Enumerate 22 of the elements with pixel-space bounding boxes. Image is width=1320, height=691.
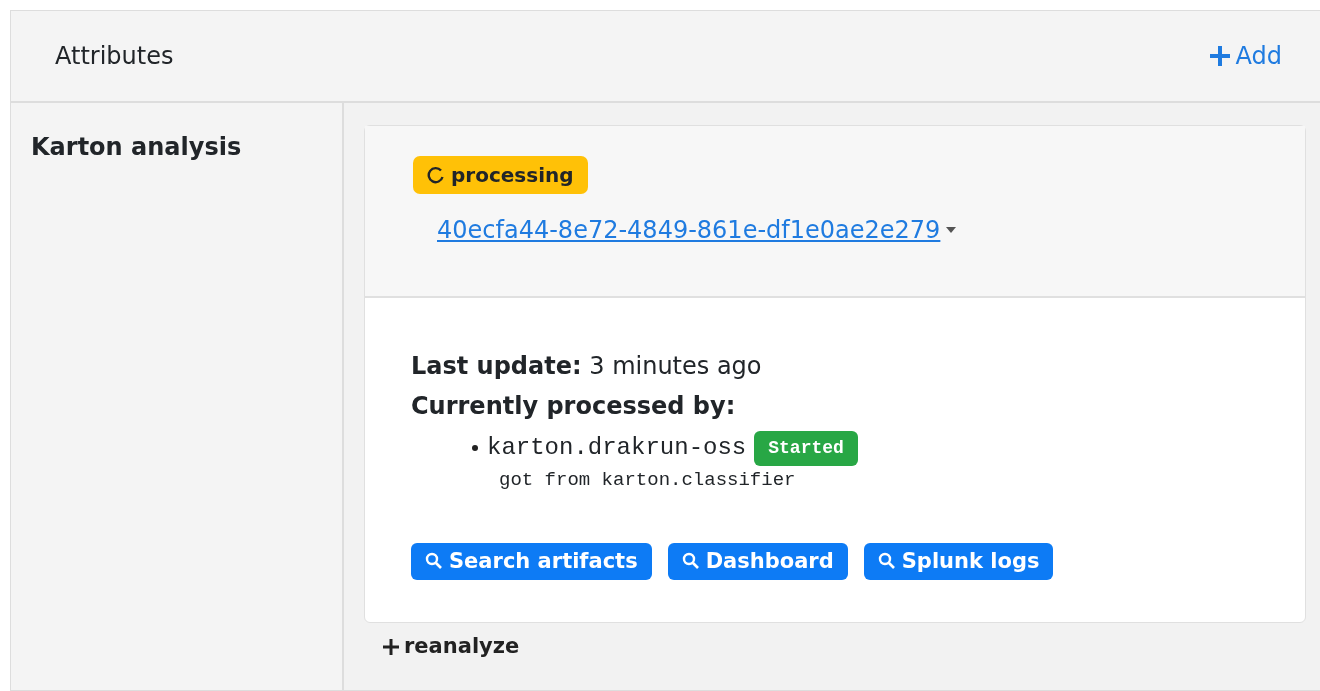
search-icon (877, 552, 896, 571)
spinner-icon (427, 166, 445, 184)
processed-by-label: Currently processed by: (411, 391, 737, 422)
state-badge: Started (754, 430, 858, 466)
panel-title: Attributes (55, 41, 174, 72)
plus-icon (1207, 44, 1232, 68)
search-button[interactable]: Dashboard (667, 542, 848, 580)
last-update-text: Last update: 3 minutes ago (411, 352, 762, 380)
caret-icon[interactable] (946, 227, 957, 233)
search-icon (425, 552, 443, 571)
add-link[interactable]: Add (1207, 38, 1282, 74)
search-button[interactable]: Search artifacts (411, 542, 652, 580)
search-icon (681, 552, 700, 571)
origin-text: got from karton.classifier (499, 468, 797, 493)
bullet-icon (471, 444, 479, 452)
plus-icon (382, 637, 400, 656)
analysis-id-link[interactable]: 40ecfa44-8e72-4849-861e-df1e0ae2e279 (437, 212, 941, 248)
status-badge: processing (413, 156, 588, 194)
service-name: karton.drakrun-oss (487, 433, 747, 463)
attribute-label: Karton analysis (31, 133, 242, 161)
reanalyze-link[interactable]: reanalyze (382, 631, 520, 663)
search-button[interactable]: Splunk logs (863, 542, 1054, 580)
